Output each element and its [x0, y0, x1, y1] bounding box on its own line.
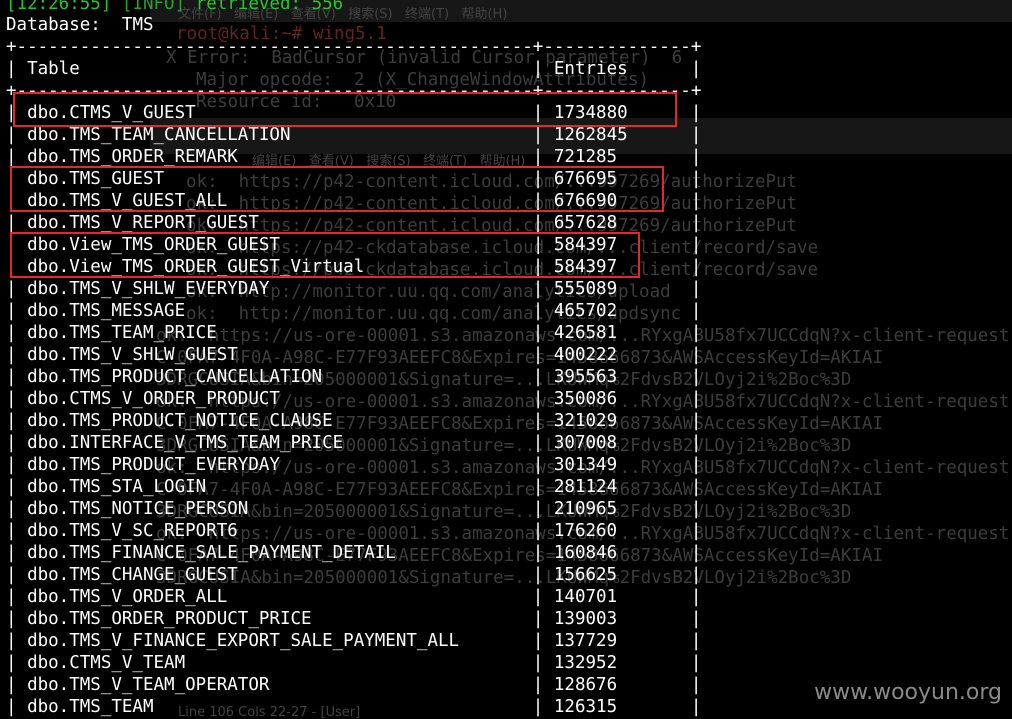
- table-row: | dbo.CTMS_V_ORDER_PRODUCT | 350086 |: [6, 389, 702, 409]
- table-row: | dbo.TMS_V_FINANCE_EXPORT_SALE_PAYMENT_…: [6, 631, 702, 651]
- entries-cell: 128676: [553, 675, 618, 695]
- entries-cell: 1262845: [553, 125, 628, 145]
- entries-cell: 281124: [553, 477, 618, 497]
- table-row: | dbo.TMS_NOTICE_PERSON | 210965 |: [6, 499, 702, 519]
- entries-cell: 132952: [553, 653, 618, 673]
- highlight-box-view-order-guest: [10, 232, 640, 278]
- table-row: | dbo.TMS_TEAM | 126315 |: [6, 697, 702, 717]
- entries-cell: 126315: [553, 697, 618, 717]
- status-message: retrieved: 556: [195, 0, 344, 14]
- entries-cell: 307008: [553, 433, 618, 453]
- table-row: | dbo.TMS_V_REPORT_GUEST | 657628 |: [6, 213, 702, 233]
- table-name-cell: dbo.TMS_PRODUCT_EVERYDAY: [27, 455, 280, 475]
- database-label: Database:: [6, 15, 101, 35]
- table-name-cell: dbo.TMS_PRODUCT_NOTICE_CLAUSE: [27, 411, 333, 431]
- table-name-cell: dbo.TMS_FINANCE_SALE_PAYMENT_DETAIL: [27, 543, 396, 563]
- table-name-cell: dbo.TMS_V_SC_REPORT6: [27, 521, 238, 541]
- table-row: | dbo.TMS_FINANCE_SALE_PAYMENT_DETAIL | …: [6, 543, 702, 563]
- header-entries: Entries: [553, 59, 628, 79]
- header-table: Table: [27, 59, 80, 79]
- entries-cell: 301349: [553, 455, 618, 475]
- table-name-cell: dbo.TMS_NOTICE_PERSON: [27, 499, 249, 519]
- table-row: | dbo.TMS_V_SHLW_EVERYDAY | 555089 |: [6, 279, 702, 299]
- table-row: | dbo.TMS_STA_LOGIN | 281124 |: [6, 477, 702, 497]
- entries-cell: 160846: [553, 543, 618, 563]
- entries-cell: 555089: [553, 279, 618, 299]
- table-name-cell: dbo.TMS_STA_LOGIN: [27, 477, 207, 497]
- table-row: | dbo.TMS_V_ORDER_ALL | 140701 |: [6, 587, 702, 607]
- watermark: www.wooyun.org: [814, 680, 1002, 705]
- entries-cell: 657628: [553, 213, 618, 233]
- entries-cell: 137729: [553, 631, 618, 651]
- entries-cell: 400222: [553, 345, 618, 365]
- table-row: | dbo.TMS_PRODUCT_EVERYDAY | 301349 |: [6, 455, 702, 475]
- entries-cell: 140701: [553, 587, 618, 607]
- table-row: | dbo.TMS_CHANGE_GUEST | 156625 |: [6, 565, 702, 585]
- table-name-cell: dbo.CTMS_V_ORDER_PRODUCT: [27, 389, 280, 409]
- table-name-cell: dbo.INTERFACE_V_TMS_TEAM_PRICE: [27, 433, 344, 453]
- entries-cell: 721285: [553, 147, 618, 167]
- status-time: [12:26:55]: [6, 0, 112, 14]
- database-line: Database: TMS: [6, 14, 154, 36]
- entries-cell: 465702: [553, 301, 618, 321]
- entries-cell: 176260: [553, 521, 618, 541]
- table-row: | dbo.TMS_V_TEAM_OPERATOR | 128676 |: [6, 675, 702, 695]
- table-name-cell: dbo.TMS_ORDER_REMARK: [27, 147, 238, 167]
- entries-cell: 426581: [553, 323, 618, 343]
- table-row: | dbo.TMS_V_SC_REPORT6 | 176260 |: [6, 521, 702, 541]
- status-level: [INFO]: [121, 0, 186, 14]
- table-name-cell: dbo.TMS_V_FINANCE_EXPORT_SALE_PAYMENT_AL…: [27, 631, 460, 651]
- entries-cell: 395563: [553, 367, 618, 387]
- entries-cell: 321029: [553, 411, 618, 431]
- table-row: | dbo.TMS_TEAM_CANCELLATION | 1262845 |: [6, 125, 702, 145]
- table-name-cell: dbo.CTMS_V_TEAM: [27, 653, 186, 673]
- table-row: | dbo.TMS_V_SHLW_GUEST | 400222 |: [6, 345, 702, 365]
- table-row: | dbo.TMS_ORDER_REMARK | 721285 |: [6, 147, 702, 167]
- table-name-cell: dbo.TMS_TEAM_PRICE: [27, 323, 217, 343]
- table-row: | dbo.TMS_PRODUCT_NOTICE_CLAUSE | 321029…: [6, 411, 702, 431]
- table-row: | dbo.TMS_TEAM_PRICE | 426581 |: [6, 323, 702, 343]
- table-border-top: +---------------------------------------…: [6, 37, 702, 57]
- table-row: | dbo.INTERFACE_V_TMS_TEAM_PRICE | 30700…: [6, 433, 702, 453]
- database-name: TMS: [121, 15, 154, 35]
- table-row: | dbo.TMS_PRODUCT_CANCELLATION | 395563 …: [6, 367, 702, 387]
- entries-cell: 139003: [553, 609, 618, 629]
- table-name-cell: dbo.TMS_V_ORDER_ALL: [27, 587, 228, 607]
- entries-cell: 210965: [553, 499, 618, 519]
- table-name-cell: dbo.TMS_ORDER_PRODUCT_PRICE: [27, 609, 312, 629]
- entries-cell: 350086: [553, 389, 618, 409]
- table-row: | dbo.TMS_ORDER_PRODUCT_PRICE | 139003 |: [6, 609, 702, 629]
- table-row: | dbo.TMS_MESSAGE | 465702 |: [6, 301, 702, 321]
- table-row: | dbo.CTMS_V_TEAM | 132952 |: [6, 653, 702, 673]
- table-header: | Table | Entries |: [6, 59, 702, 79]
- entries-cell: 156625: [553, 565, 618, 585]
- table-name-cell: dbo.TMS_TEAM: [27, 697, 154, 717]
- table-name-cell: dbo.TMS_V_TEAM_OPERATOR: [27, 675, 270, 695]
- table-name-cell: dbo.TMS_CHANGE_GUEST: [27, 565, 238, 585]
- status-line: [12:26:55] [INFO] retrieved: 556: [6, 0, 343, 15]
- table-name-cell: dbo.TMS_V_SHLW_EVERYDAY: [27, 279, 270, 299]
- highlight-box-ctms-v-guest: [13, 92, 677, 127]
- table-name-cell: dbo.TMS_V_REPORT_GUEST: [27, 213, 259, 233]
- table-name-cell: dbo.TMS_PRODUCT_CANCELLATION: [27, 367, 323, 387]
- table-name-cell: dbo.TMS_V_SHLW_GUEST: [27, 345, 238, 365]
- table-name-cell: dbo.TMS_TEAM_CANCELLATION: [27, 125, 291, 145]
- table-name-cell: dbo.TMS_MESSAGE: [27, 301, 186, 321]
- highlight-box-tms-guest: [10, 166, 664, 212]
